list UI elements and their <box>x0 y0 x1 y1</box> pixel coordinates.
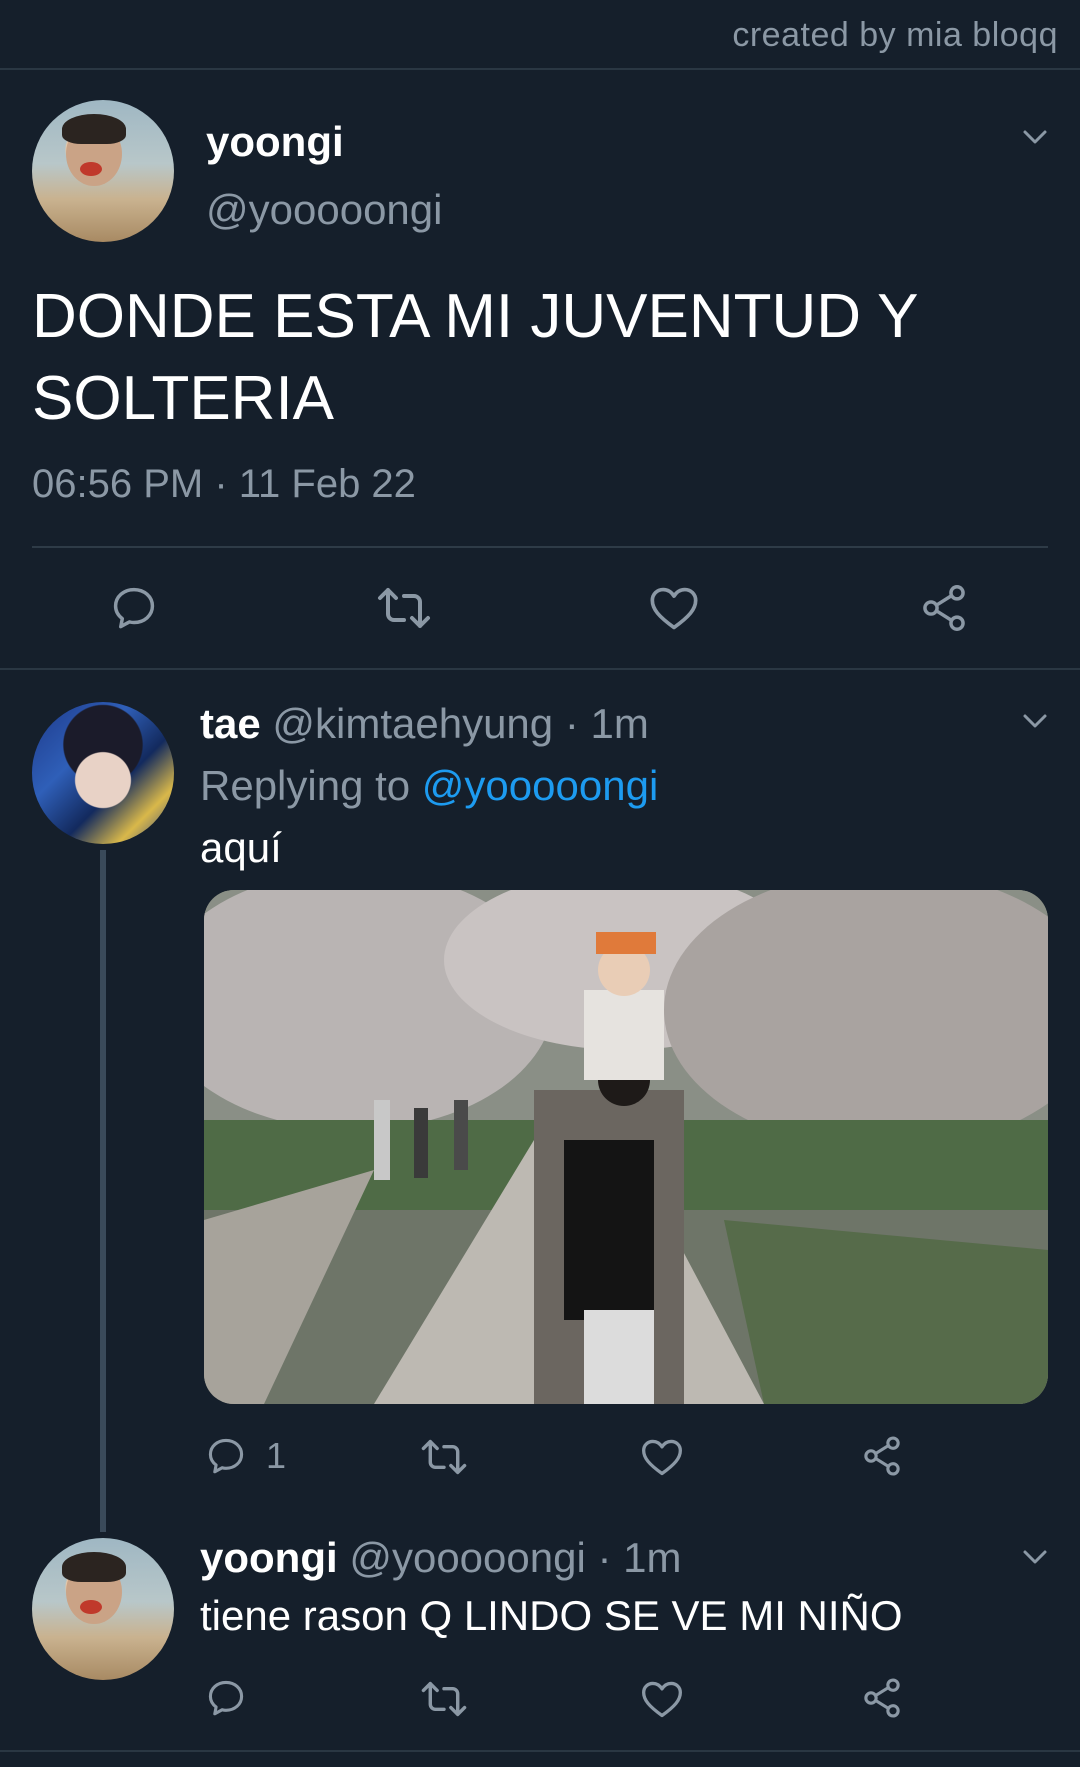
reply-icon <box>208 1680 244 1716</box>
heart-icon <box>650 587 698 630</box>
timestamp-divider <box>32 546 1048 548</box>
avatar[interactable] <box>32 100 174 242</box>
like-button[interactable] <box>640 1678 684 1720</box>
heart-icon <box>642 1681 682 1718</box>
reply-button[interactable] <box>108 582 160 634</box>
retweet-button[interactable] <box>420 1678 468 1720</box>
top-divider <box>0 68 1080 70</box>
tweet-text: tiene rason Q LINDO SE VE MI NIÑO <box>200 1592 903 1639</box>
author-name[interactable]: yoongi <box>200 1534 338 1581</box>
replying-to: Replying to @yooooongi <box>200 762 658 810</box>
reply-header: tae @kimtaehyung · 1m <box>200 700 649 748</box>
bottom-divider <box>0 1750 1080 1752</box>
tweet-text: aquí <box>200 824 282 871</box>
retweet-button[interactable] <box>420 1436 468 1478</box>
avatar[interactable] <box>32 1538 174 1680</box>
tweet-timestamp[interactable]: 06:56 PM · 11 Feb 22 <box>32 462 416 507</box>
avatar[interactable] <box>32 702 174 844</box>
reply-count: 1 <box>266 1435 287 1476</box>
share-icon <box>864 1436 900 1476</box>
chevron-down-icon[interactable] <box>1022 1544 1048 1570</box>
share-button[interactable] <box>918 582 970 634</box>
author-name[interactable]: yoongi <box>206 118 344 166</box>
thread-line <box>100 850 106 1532</box>
like-button[interactable] <box>640 1436 684 1478</box>
chevron-down-icon[interactable] <box>1022 124 1048 150</box>
author-handle[interactable]: @yooooongi <box>206 186 442 234</box>
section-divider <box>0 668 1080 670</box>
share-button[interactable] <box>860 1434 904 1478</box>
heart-icon <box>642 1439 682 1476</box>
reply-button[interactable] <box>204 1676 248 1720</box>
author-handle[interactable]: @yooooongi <box>349 1534 585 1581</box>
chevron-down-icon[interactable] <box>1022 708 1048 734</box>
like-button[interactable] <box>648 584 700 632</box>
share-icon <box>864 1678 900 1718</box>
retweet-button[interactable] <box>376 584 432 632</box>
tweet-text: DONDE ESTA MI JUVENTUD Y SOLTERIA <box>32 282 918 433</box>
replying-label: Replying to <box>200 762 422 809</box>
author-handle[interactable]: @kimtaehyung <box>272 700 553 747</box>
tweet-photo[interactable] <box>204 890 1048 1404</box>
reply-icon <box>208 1438 244 1474</box>
replying-handle-link[interactable]: @yooooongi <box>422 762 658 809</box>
reply-header: yoongi @yooooongi · 1m <box>200 1534 681 1582</box>
share-button[interactable] <box>860 1676 904 1720</box>
tweet-time: · 1m <box>597 1534 682 1581</box>
retweet-icon <box>421 1681 467 1717</box>
author-name[interactable]: tae <box>200 700 261 747</box>
credit-text: created by mia bloqq <box>732 16 1058 54</box>
share-icon <box>923 585 965 631</box>
retweet-icon <box>421 1439 467 1475</box>
reply-icon <box>113 587 155 629</box>
tweet-time: · 1m <box>564 700 649 747</box>
reply-button[interactable]: 1 <box>204 1434 286 1478</box>
photo-image <box>204 890 1048 1404</box>
retweet-icon <box>378 588 430 628</box>
